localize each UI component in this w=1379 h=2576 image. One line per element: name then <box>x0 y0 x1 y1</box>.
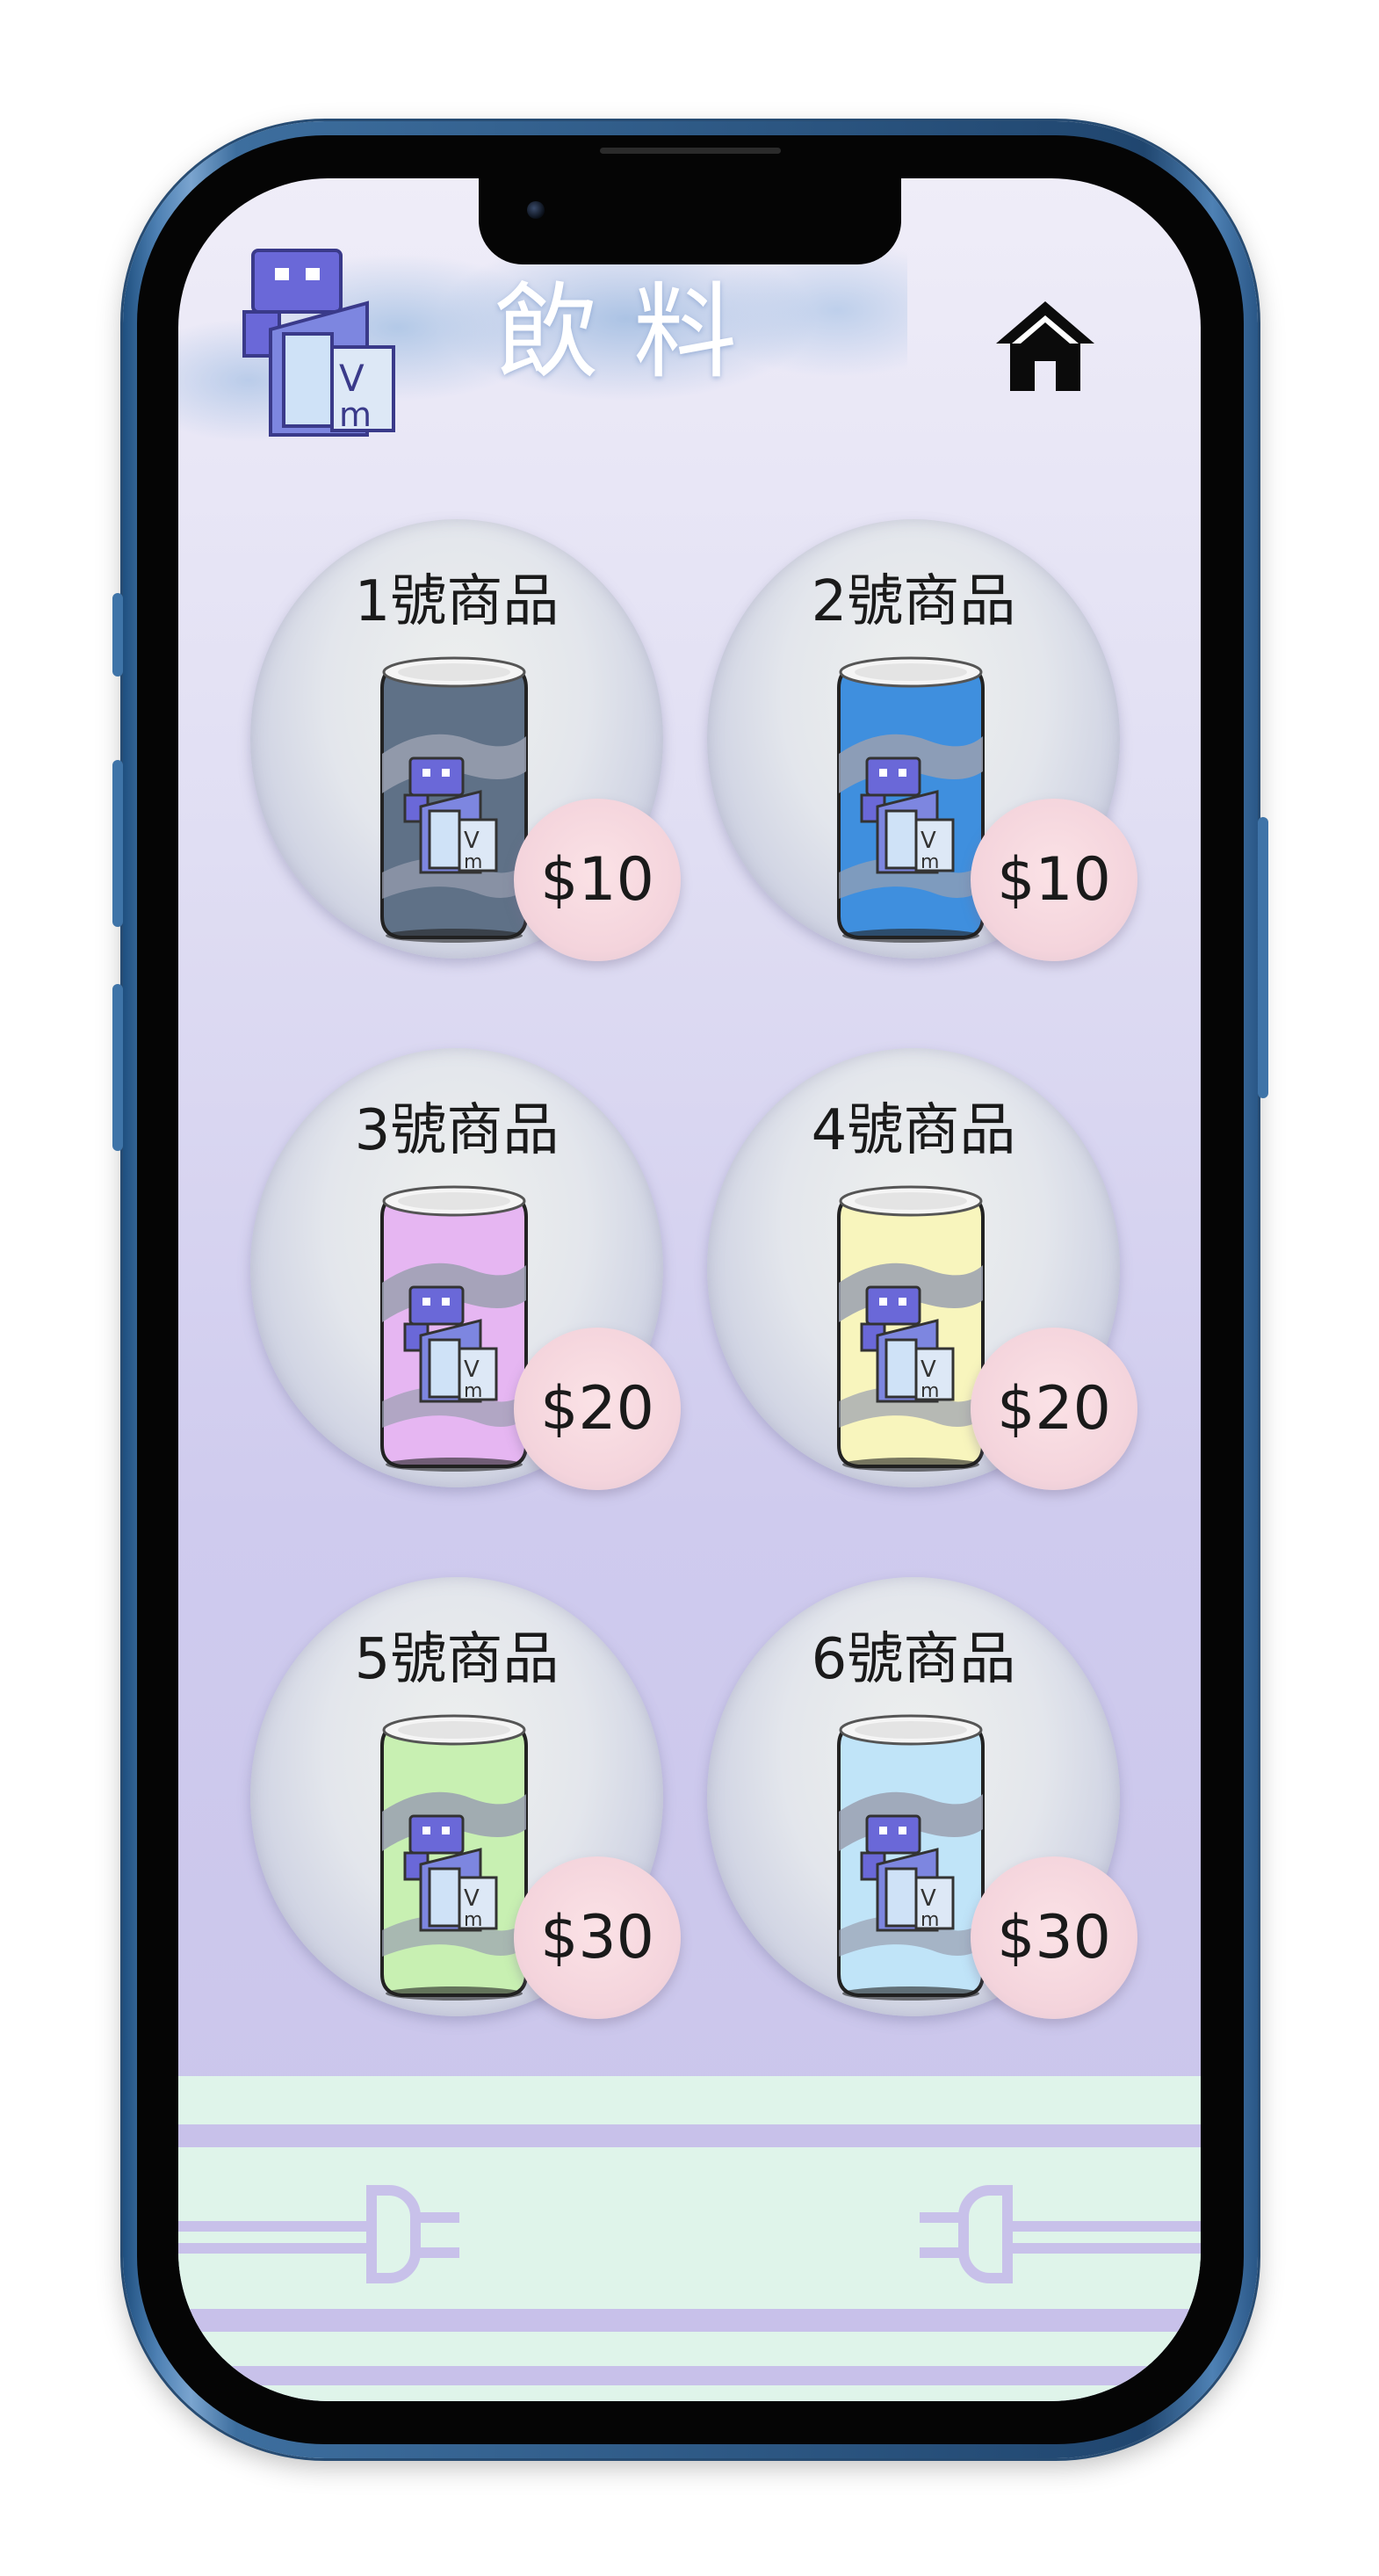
product-label: 2號商品 <box>811 569 1016 634</box>
product-label: 5號商品 <box>354 1627 560 1692</box>
price-text: $20 <box>540 1374 654 1444</box>
price-badge: $30 <box>514 1856 681 2019</box>
vm-robot-logo-icon: V m <box>242 249 395 437</box>
drink-can-icon: Vm <box>837 656 985 943</box>
svg-text:V: V <box>464 1357 480 1383</box>
home-icon <box>996 301 1094 391</box>
drink-can-icon: Vm <box>380 656 528 943</box>
svg-text:V: V <box>921 1885 936 1912</box>
price-text: $20 <box>997 1374 1111 1444</box>
product-card[interactable]: 5號商品 Vm $30 <box>250 1577 681 2019</box>
plug-right-icon <box>920 2185 1201 2283</box>
mute-switch <box>112 593 123 677</box>
notch <box>479 178 901 264</box>
product-card[interactable]: 6號商品 Vm $30 <box>707 1577 1137 2019</box>
camera-icon <box>527 201 545 219</box>
product-label: 3號商品 <box>354 1098 560 1163</box>
price-text: $30 <box>540 1903 654 1972</box>
speaker-grille <box>600 148 781 154</box>
svg-text:m: m <box>921 1380 939 1402</box>
price-badge: $20 <box>971 1328 1137 1490</box>
footer-decoration <box>178 2076 1201 2401</box>
page-title: 飲料 <box>495 271 773 393</box>
product-label: 4號商品 <box>811 1098 1016 1163</box>
price-badge: $10 <box>514 799 681 961</box>
price-text: $10 <box>997 845 1111 915</box>
product-card[interactable]: 4號商品 Vm $20 <box>707 1048 1137 1490</box>
svg-text:V: V <box>921 1357 936 1383</box>
svg-text:m: m <box>921 851 939 873</box>
price-text: $10 <box>540 845 654 915</box>
volume-down-button <box>112 984 123 1151</box>
footer-stripe <box>178 2124 1201 2147</box>
volume-up-button <box>112 760 123 927</box>
product-card[interactable]: 1號商品 Vm $10 <box>250 519 681 961</box>
price-badge: $10 <box>971 799 1137 961</box>
plug-left-icon <box>178 2185 459 2283</box>
svg-text:m: m <box>464 1380 482 1402</box>
svg-text:m: m <box>921 1909 939 1931</box>
svg-text:m: m <box>464 1909 482 1931</box>
drink-can-icon: Vm <box>837 1714 985 2001</box>
product-card[interactable]: 2號商品 Vm $10 <box>707 519 1137 961</box>
drink-can-icon: Vm <box>380 1714 528 2001</box>
svg-text:V: V <box>921 828 936 854</box>
product-card[interactable]: 3號商品 Vm $20 <box>250 1048 681 1490</box>
app-screen: V m 飲料 1號商品 Vm $10 2號商品 Vm $10 3號商品 Vm $20 4號商品 Vm… <box>178 178 1201 2401</box>
footer-stripe <box>178 2366 1201 2385</box>
footer-stripe <box>178 2309 1201 2332</box>
price-badge: $30 <box>971 1856 1137 2019</box>
price-badge: $20 <box>514 1328 681 1490</box>
home-button[interactable] <box>988 293 1102 398</box>
svg-text:V: V <box>339 357 365 400</box>
svg-text:V: V <box>464 828 480 854</box>
drink-can-icon: Vm <box>837 1185 985 1472</box>
product-label: 1號商品 <box>354 569 560 634</box>
price-text: $30 <box>997 1903 1111 1972</box>
svg-text:m: m <box>339 395 372 434</box>
svg-text:V: V <box>464 1885 480 1912</box>
power-button <box>1258 817 1268 1098</box>
drink-can-icon: Vm <box>380 1185 528 1472</box>
svg-text:m: m <box>464 851 482 873</box>
product-label: 6號商品 <box>811 1627 1016 1692</box>
